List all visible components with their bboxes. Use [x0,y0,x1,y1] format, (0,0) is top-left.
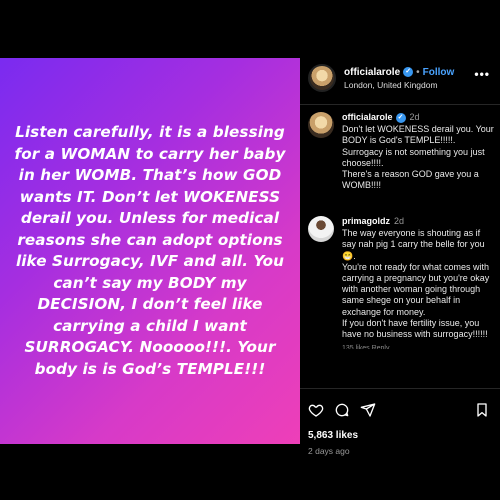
comment-header: officialarole ✓ 2d [342,112,494,123]
post-header: officialarole ✓ • Follow London, United … [308,64,454,92]
post-side-panel: officialarole ✓ • Follow London, United … [300,58,500,456]
post-image-text: Listen carefully, it is a blessing for a… [14,123,286,378]
actions-divider [300,388,500,389]
verified-badge-icon: ✓ [403,67,414,77]
comment-body: officialarole ✓ 2d Don't let WOKENESS de… [342,112,494,191]
author-info: officialarole ✓ • Follow London, United … [344,67,454,90]
post-actions [308,402,376,418]
comment-body: primagoldz 2d The way everyone is shouti… [342,216,494,349]
comment-username[interactable]: officialarole [342,112,393,123]
author-name-row: officialarole ✓ • Follow [344,67,454,78]
more-options-icon[interactable]: ••• [474,67,490,81]
share-icon[interactable] [360,402,376,418]
verified-badge-icon: ✓ [395,112,406,123]
separator-dot: • [416,66,420,78]
comment-header: primagoldz 2d [342,216,494,227]
caption-comment: officialarole ✓ 2d Don't let WOKENESS de… [308,112,494,191]
comment-avatar[interactable] [308,112,334,138]
likes-count[interactable]: 5,863 likes [308,430,358,441]
comment-avatar[interactable] [308,216,334,242]
comment-text: Don't let WOKENESS derail you. Your BODY… [342,124,494,191]
comment-meta[interactable]: 135 likes Reply [342,343,494,349]
post-location[interactable]: London, United Kingdom [344,80,454,90]
comment-username[interactable]: primagoldz [342,216,390,227]
author-avatar[interactable] [308,64,336,92]
bookmark-icon[interactable] [474,402,490,418]
comment-text: The way everyone is shouting as if say n… [342,228,490,340]
header-divider [300,104,500,105]
comment-time: 2d [409,112,420,122]
follow-button[interactable]: Follow [423,67,455,78]
heart-icon[interactable] [308,402,324,418]
comment: primagoldz 2d The way everyone is shouti… [308,216,494,349]
author-username[interactable]: officialarole [344,67,400,78]
comment-time: 2d [394,216,405,226]
post-date: 2 days ago [308,446,350,456]
comment-icon[interactable] [334,402,350,418]
post-image: Listen carefully, it is a blessing for a… [0,58,300,444]
